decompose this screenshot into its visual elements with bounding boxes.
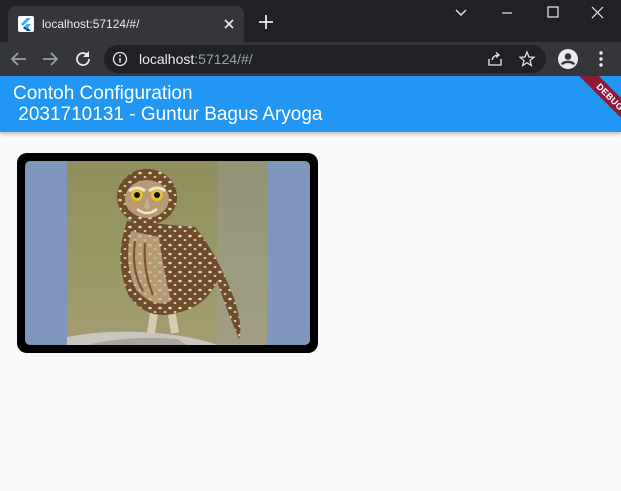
url-host: localhost xyxy=(139,51,195,67)
address-bar[interactable]: localhost:57124/#/ xyxy=(104,45,546,73)
reload-icon[interactable] xyxy=(71,47,95,71)
tab-search-icon[interactable] xyxy=(438,0,484,28)
image-card xyxy=(17,153,318,353)
close-tab-icon[interactable] xyxy=(220,15,238,33)
app-bar: Contoh Configuration 2031710131 - Guntur… xyxy=(0,76,621,132)
tab-strip: localhost:57124/#/ xyxy=(0,0,621,42)
image-frame xyxy=(25,161,310,345)
browser-tab[interactable]: localhost:57124/#/ xyxy=(8,6,244,42)
new-tab-icon[interactable] xyxy=(256,12,276,32)
bookmark-star-icon[interactable] xyxy=(518,50,536,68)
maximize-icon[interactable] xyxy=(530,0,576,28)
minimize-icon[interactable] xyxy=(484,0,530,28)
close-window-icon[interactable] xyxy=(575,0,621,28)
site-info-icon[interactable] xyxy=(112,51,128,67)
browser-toolbar: localhost:57124/#/ xyxy=(0,42,621,76)
flutter-icon xyxy=(18,16,34,32)
app-bar-title: Contoh Configuration 2031710131 - Guntur… xyxy=(13,83,323,125)
tab-title: localhost:57124/#/ xyxy=(42,17,140,31)
forward-icon[interactable] xyxy=(38,47,62,71)
url-path: :57124/#/ xyxy=(194,51,253,67)
back-icon[interactable] xyxy=(7,47,31,71)
debug-banner: DEBUG xyxy=(569,76,621,132)
owl-photo xyxy=(67,161,267,345)
profile-icon[interactable] xyxy=(556,47,580,71)
share-icon[interactable] xyxy=(486,50,504,68)
url-text: localhost:57124/#/ xyxy=(139,52,253,67)
menu-kebab-icon[interactable] xyxy=(589,47,613,71)
